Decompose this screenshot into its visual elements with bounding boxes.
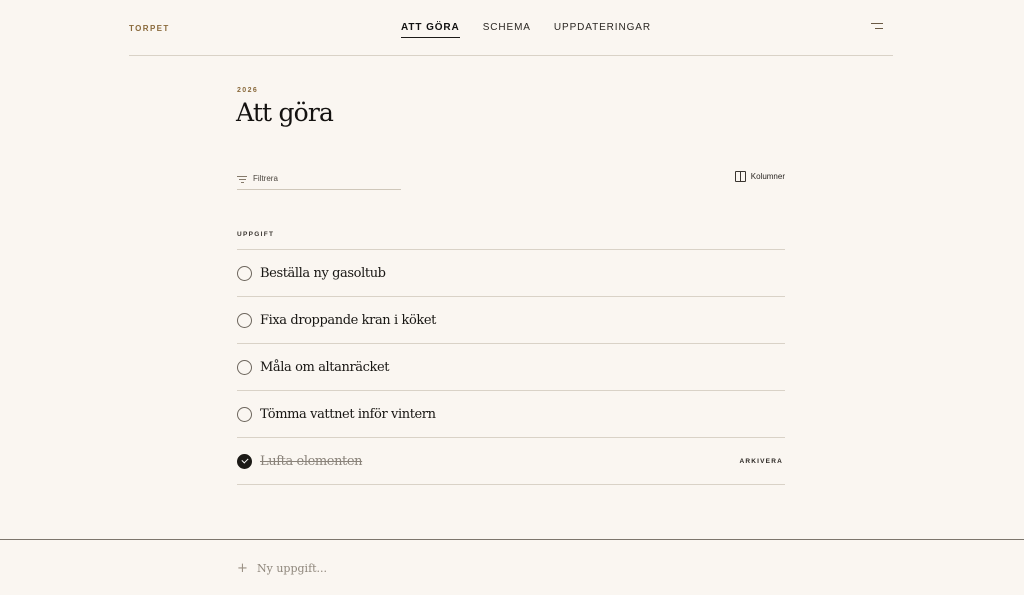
nav-item-schema[interactable]: SCHEMA	[483, 22, 531, 38]
task-checkbox-checked[interactable]	[237, 453, 252, 469]
columns-button[interactable]: Kolumner	[734, 171, 785, 182]
nav-item-uppdateringar[interactable]: UPPDATERINGAR	[554, 22, 651, 38]
columns-label: Kolumner	[750, 172, 785, 181]
year-label: 2026	[237, 87, 259, 94]
task-list: Beställa ny gasoltub Fixa droppande kran…	[237, 249, 785, 485]
nav-item-att-gora[interactable]: ATT GÖRA	[401, 22, 460, 38]
page-title: Att göra	[236, 98, 334, 127]
main-nav: ATT GÖRA SCHEMA UPPDATERINGAR	[401, 22, 651, 38]
task-checkbox[interactable]	[237, 265, 252, 281]
task-label[interactable]: Tömma vattnet inför vintern	[260, 407, 436, 422]
filter-icon	[237, 175, 247, 184]
top-bar: TORPET ATT GÖRA SCHEMA UPPDATERINGAR	[129, 0, 893, 56]
brand-logo[interactable]: TORPET	[129, 24, 170, 33]
task-label[interactable]: Beställa ny gasoltub	[260, 266, 386, 281]
task-label[interactable]: Lufta elementen	[260, 454, 363, 469]
task-row: Tömma vattnet inför vintern	[237, 391, 785, 438]
new-task-input[interactable]	[257, 557, 757, 579]
filter-placeholder: Filtrera	[253, 174, 278, 183]
column-header-uppgift: UPPGIFT	[237, 231, 275, 238]
page: TORPET ATT GÖRA SCHEMA UPPDATERINGAR 202…	[0, 0, 1024, 595]
task-checkbox[interactable]	[237, 406, 252, 422]
task-row: Fixa droppande kran i köket	[237, 297, 785, 344]
task-row: Beställa ny gasoltub	[237, 250, 785, 297]
archive-button[interactable]: ARKIVERA	[739, 458, 783, 465]
task-label[interactable]: Måla om altanräcket	[260, 360, 389, 375]
task-checkbox[interactable]	[237, 312, 252, 328]
task-row-completed: Lufta elementen ARKIVERA	[237, 438, 785, 485]
task-checkbox[interactable]	[237, 359, 252, 375]
filter-input[interactable]: Filtrera	[237, 168, 401, 190]
task-label[interactable]: Fixa droppande kran i köket	[260, 313, 436, 328]
new-task-bar: +	[0, 539, 1024, 595]
columns-icon	[734, 171, 746, 182]
task-row: Måla om altanräcket	[237, 344, 785, 391]
plus-icon[interactable]: +	[237, 561, 248, 576]
menu-icon[interactable]	[869, 22, 883, 32]
